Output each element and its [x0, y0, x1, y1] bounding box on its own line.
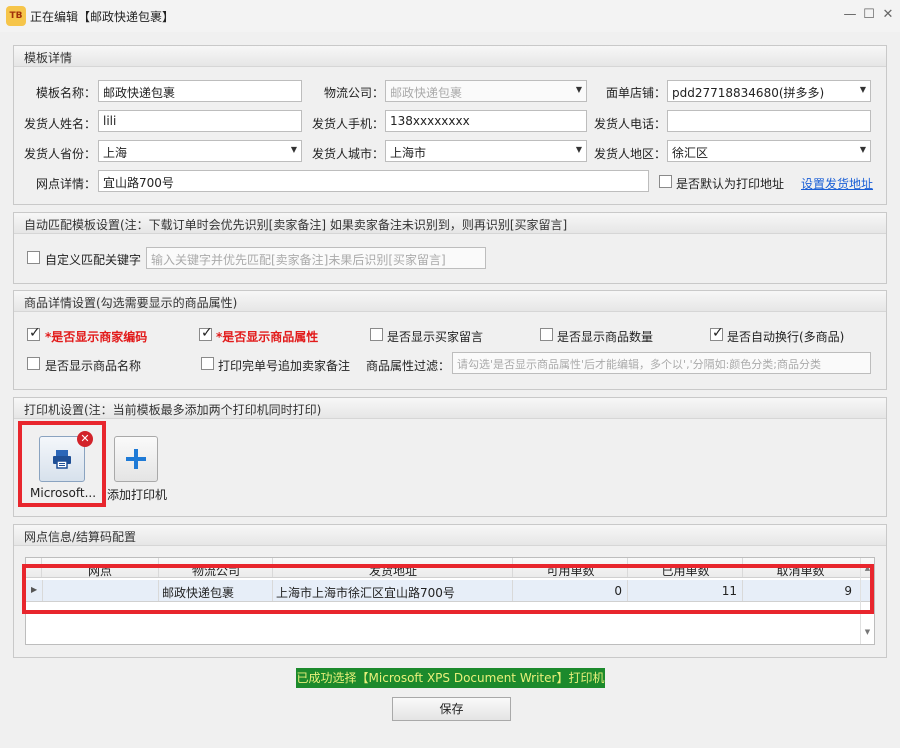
- scroll-down-icon[interactable]: ▼: [861, 628, 874, 636]
- auto-wrap-label: 是否自动换行(多商品): [727, 330, 845, 344]
- buyer-msg-label: 是否显示买家留言: [387, 330, 484, 344]
- city-value: 上海市: [390, 146, 427, 160]
- custom-keyword-checkbox[interactable]: [27, 251, 40, 264]
- minimize-icon[interactable]: —: [842, 6, 858, 24]
- add-printer-label: 添加打印机: [107, 488, 168, 502]
- title-bar: TB 正在编辑【邮政快递包裹】 — ☐ ✕: [0, 0, 900, 32]
- sender-name-label: 发货人姓名：: [23, 117, 96, 131]
- chevron-down-icon: ▼: [859, 85, 866, 94]
- district-value: 徐汇区: [672, 146, 709, 160]
- add-printer-button[interactable]: [114, 436, 158, 482]
- set-address-link[interactable]: 设置发货地址: [801, 175, 873, 192]
- grid-row-highlight-box: [22, 564, 874, 614]
- sender-phone-input[interactable]: [667, 110, 871, 132]
- chevron-down-icon: ▼: [575, 145, 582, 154]
- shop-select[interactable]: pdd27718834680(拼多多) ▼: [667, 80, 871, 102]
- product-name-checkbox[interactable]: [27, 357, 40, 370]
- city-select[interactable]: 上海市 ▼: [385, 140, 587, 162]
- product-name-label: 是否显示商品名称: [45, 359, 142, 373]
- chevron-down-icon: ▼: [859, 145, 866, 154]
- default-print-address-label: 是否默认为打印地址: [676, 177, 785, 191]
- province-label: 发货人省份：: [23, 147, 96, 161]
- logistics-label: 物流公司：: [323, 86, 384, 100]
- window-title: 正在编辑【邮政快递包裹】: [30, 10, 175, 24]
- sender-name-input[interactable]: lili: [98, 110, 302, 132]
- district-select[interactable]: 徐汇区 ▼: [667, 140, 871, 162]
- outlet-label: 网点详情：: [35, 177, 96, 191]
- app-logo-icon: TB: [6, 6, 26, 26]
- sender-mobile-label: 发货人手机：: [311, 117, 384, 131]
- printer-icon: [53, 450, 71, 469]
- append-note-checkbox[interactable]: [201, 357, 214, 370]
- template-name-label: 模板名称：: [35, 86, 96, 100]
- default-print-address-checkbox[interactable]: [659, 175, 672, 188]
- outlet-input[interactable]: 宜山路700号: [98, 170, 649, 192]
- chevron-down-icon: ▼: [575, 85, 582, 94]
- seller-code-checkbox[interactable]: [27, 325, 41, 341]
- chevron-down-icon: ▼: [290, 145, 297, 154]
- sender-mobile-input[interactable]: 138xxxxxxxx: [385, 110, 587, 132]
- remove-printer-icon[interactable]: ✕: [77, 431, 93, 447]
- shop-value: pdd27718834680(拼多多): [672, 86, 825, 100]
- buyer-msg-checkbox[interactable]: [370, 328, 383, 341]
- append-note-label: 打印完单号追加卖家备注: [218, 359, 351, 373]
- sender-phone-label: 发货人电话：: [593, 117, 666, 131]
- close-icon[interactable]: ✕: [880, 6, 896, 24]
- qty-label: 是否显示商品数量: [557, 330, 654, 344]
- keyword-input: 输入关键字并优先匹配[卖家备注]未果后识别[买家留言]: [146, 247, 486, 269]
- status-message: 已成功选择【Microsoft XPS Document Writer】打印机: [296, 668, 605, 688]
- product-attr-label: *是否显示商品属性: [216, 330, 319, 344]
- plus-icon: [126, 449, 146, 469]
- district-label: 发货人地区：: [593, 147, 666, 161]
- printer-name: Microsoft...: [30, 486, 97, 500]
- save-button[interactable]: 保存: [392, 697, 511, 721]
- template-details-header: 模板详情: [14, 46, 886, 67]
- logistics-value: 邮政快递包裹: [390, 86, 463, 100]
- attr-filter-label: 商品属性过滤：: [365, 359, 450, 373]
- seller-code-label: *是否显示商家编码: [45, 330, 148, 344]
- attr-filter-input: 请勾选'是否显示商品属性'后才能编辑，多个以','分隔如:颜色分类;商品分类: [452, 352, 871, 374]
- maximize-icon[interactable]: ☐: [861, 6, 877, 24]
- outlet-info-header: 网点信息/结算码配置: [14, 525, 886, 546]
- auto-match-header: 自动匹配模板设置(注：下载订单时会优先识别[卖家备注] 如果卖家备注未识别到，则…: [14, 213, 886, 234]
- auto-wrap-checkbox[interactable]: [710, 325, 724, 341]
- qty-checkbox[interactable]: [540, 328, 553, 341]
- product-attr-checkbox[interactable]: [199, 325, 213, 341]
- printer-header: 打印机设置(注：当前模板最多添加两个打印机同时打印): [14, 398, 886, 419]
- logistics-select: 邮政快递包裹 ▼: [385, 80, 587, 102]
- custom-keyword-label: 自定义匹配关键字: [45, 253, 142, 267]
- template-name-input[interactable]: 邮政快递包裹: [98, 80, 302, 102]
- province-value: 上海: [103, 146, 128, 160]
- shop-label: 面单店铺：: [605, 86, 666, 100]
- city-label: 发货人城市：: [311, 147, 384, 161]
- province-select[interactable]: 上海 ▼: [98, 140, 302, 162]
- product-details-header: 商品详情设置(勾选需要显示的商品属性): [14, 291, 886, 312]
